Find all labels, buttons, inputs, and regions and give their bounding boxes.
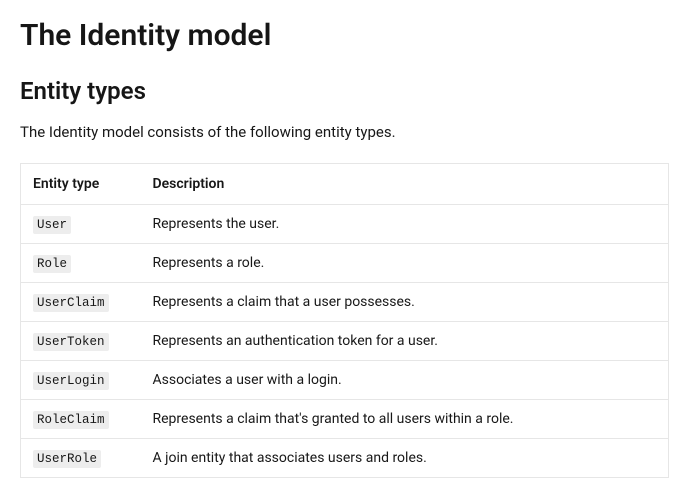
description-cell: Associates a user with a login.: [141, 361, 669, 400]
entity-code: UserToken: [33, 333, 109, 351]
entity-types-table: Entity type Description User Represents …: [20, 163, 669, 478]
table-row: RoleClaim Represents a claim that's gran…: [21, 400, 669, 439]
table-row: User Represents the user.: [21, 205, 669, 244]
entity-type-cell: User: [21, 205, 141, 244]
page-title: The Identity model: [20, 18, 669, 53]
entity-type-cell: UserToken: [21, 322, 141, 361]
entity-code: UserLogin: [33, 372, 109, 390]
intro-paragraph: The Identity model consists of the follo…: [20, 123, 669, 141]
header-entity-type: Entity type: [21, 164, 141, 205]
entity-code: UserRole: [33, 450, 101, 468]
description-cell: Represents a claim that's granted to all…: [141, 400, 669, 439]
description-cell: Represents the user.: [141, 205, 669, 244]
entity-code: User: [33, 216, 71, 234]
table-row: UserClaim Represents a claim that a user…: [21, 283, 669, 322]
entity-type-cell: UserRole: [21, 439, 141, 478]
entity-type-cell: RoleClaim: [21, 400, 141, 439]
entity-type-cell: Role: [21, 244, 141, 283]
entity-code: UserClaim: [33, 294, 109, 312]
table-row: UserToken Represents an authentication t…: [21, 322, 669, 361]
header-description: Description: [141, 164, 669, 205]
table-row: Role Represents a role.: [21, 244, 669, 283]
entity-type-cell: UserClaim: [21, 283, 141, 322]
section-heading: Entity types: [20, 77, 669, 105]
description-cell: Represents a role.: [141, 244, 669, 283]
entity-type-cell: UserLogin: [21, 361, 141, 400]
entity-code: Role: [33, 255, 71, 273]
entity-code: RoleClaim: [33, 411, 109, 429]
description-cell: Represents an authentication token for a…: [141, 322, 669, 361]
description-cell: A join entity that associates users and …: [141, 439, 669, 478]
table-header-row: Entity type Description: [21, 164, 669, 205]
table-row: UserLogin Associates a user with a login…: [21, 361, 669, 400]
description-cell: Represents a claim that a user possesses…: [141, 283, 669, 322]
table-row: UserRole A join entity that associates u…: [21, 439, 669, 478]
